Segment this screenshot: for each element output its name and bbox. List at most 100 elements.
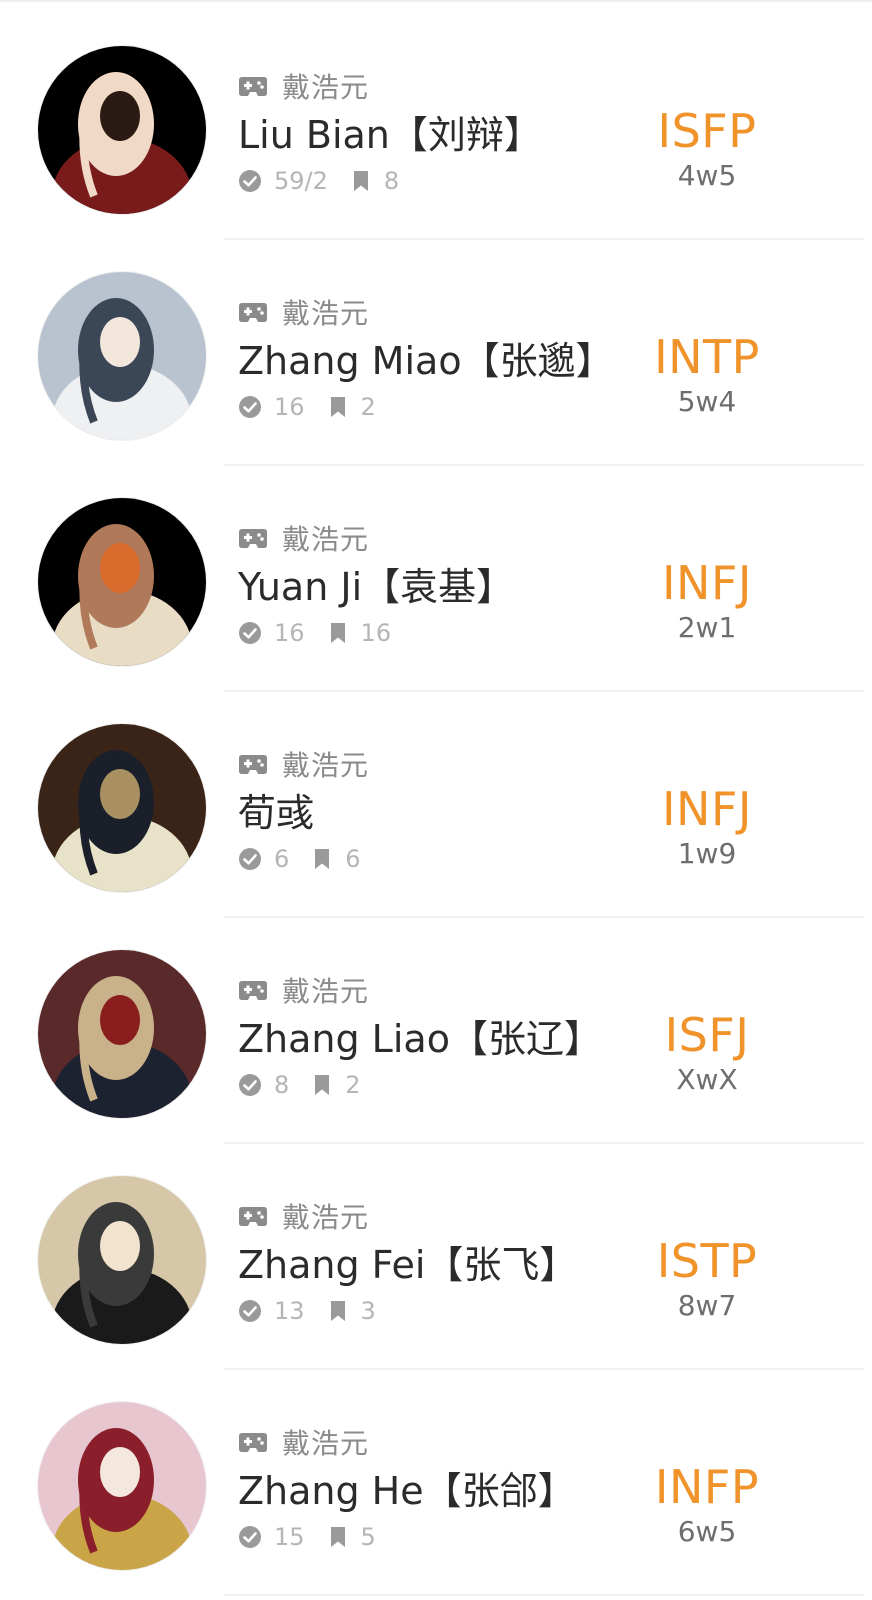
avatar-image	[38, 272, 206, 440]
vote-count: 6	[274, 845, 290, 873]
profile-row[interactable]: 戴浩元 Zhang Fei【张飞】 13 3 ISTP 8w7	[0, 1144, 872, 1370]
profile-stats: 13 3	[238, 1296, 672, 1326]
vote-count: 13	[274, 1297, 305, 1325]
profile-info: 戴浩元 Zhang Liao【张辽】 8 2	[238, 972, 672, 1100]
avatar[interactable]	[38, 46, 206, 214]
personality-type[interactable]: ISTP 8w7	[632, 1236, 782, 1324]
personality-type[interactable]: ISFJ XwX	[632, 1010, 782, 1098]
enneagram-type: 2w1	[677, 611, 737, 644]
profile-info: 戴浩元 Yuan Ji【袁基】 16 16	[238, 520, 672, 648]
avatar-image	[38, 498, 206, 666]
profile-list: 戴浩元 Liu Bian【刘辩】 59/2 8 ISFP 4w5 戴浩元 Zha…	[0, 14, 872, 1596]
category[interactable]: 戴浩元	[238, 746, 672, 782]
profile-stats: 6 6	[238, 844, 672, 874]
check-circle-icon	[238, 395, 262, 419]
avatar[interactable]	[38, 272, 206, 440]
check-circle-icon	[238, 1073, 262, 1097]
profile-stats: 59/2 8	[238, 166, 672, 196]
profile-name[interactable]: 荀彧	[238, 790, 672, 836]
personality-type[interactable]: INFJ 2w1	[632, 558, 782, 646]
enneagram-type: 1w9	[677, 837, 737, 870]
enneagram-type: 8w7	[677, 1289, 737, 1322]
category[interactable]: 戴浩元	[238, 294, 672, 330]
comment-count: 3	[360, 1297, 376, 1325]
avatar-image	[38, 724, 206, 892]
profile-row[interactable]: 戴浩元 Yuan Ji【袁基】 16 16 INFJ 2w1	[0, 466, 872, 692]
mbti-type: INTP	[654, 330, 760, 384]
check-circle-icon	[238, 1525, 262, 1549]
profile-name[interactable]: Zhang Liao【张辽】	[238, 1016, 672, 1062]
personality-type[interactable]: INTP 5w4	[632, 332, 782, 420]
enneagram-type: 4w5	[677, 159, 737, 192]
mbti-type: ISFP	[657, 104, 757, 158]
check-circle-icon	[238, 621, 262, 645]
gamepad-icon	[238, 527, 268, 549]
avatar[interactable]	[38, 498, 206, 666]
profile-name[interactable]: Zhang Miao【张邈】	[238, 338, 672, 384]
vote-count: 59/2	[274, 167, 328, 195]
profile-stats: 8 2	[238, 1070, 672, 1100]
mbti-type: ISFJ	[664, 1008, 750, 1062]
avatar-image	[38, 950, 206, 1118]
personality-type[interactable]: INFP 6w5	[632, 1462, 782, 1550]
comment-count: 8	[383, 167, 400, 195]
gamepad-icon	[238, 1205, 268, 1227]
avatar[interactable]	[38, 724, 206, 892]
mbti-type: INFP	[654, 1460, 760, 1514]
category-label: 戴浩元	[282, 523, 370, 556]
top-divider	[0, 0, 872, 2]
bookmark-icon	[329, 1526, 347, 1548]
row-divider	[224, 1594, 864, 1596]
category-label: 戴浩元	[282, 749, 370, 782]
profile-stats: 15 5	[238, 1522, 672, 1552]
profile-stats: 16 2	[238, 392, 672, 422]
bookmark-icon	[329, 622, 347, 644]
profile-info: 戴浩元 Zhang Miao【张邈】 16 2	[238, 294, 672, 422]
gamepad-icon	[238, 753, 268, 775]
gamepad-icon	[238, 75, 268, 97]
avatar[interactable]	[38, 1176, 206, 1344]
personality-type[interactable]: ISFP 4w5	[632, 106, 782, 194]
personality-type[interactable]: INFJ 1w9	[632, 784, 782, 872]
profile-row[interactable]: 戴浩元 Liu Bian【刘辩】 59/2 8 ISFP 4w5	[0, 14, 872, 240]
profile-row[interactable]: 戴浩元 Zhang Miao【张邈】 16 2 INTP 5w4	[0, 240, 872, 466]
bookmark-icon	[352, 170, 370, 192]
vote-count: 16	[274, 393, 305, 421]
category-label: 戴浩元	[282, 1427, 370, 1460]
vote-count: 8	[274, 1071, 290, 1099]
check-circle-icon	[238, 1299, 262, 1323]
comment-count: 2	[360, 393, 376, 421]
comment-count: 16	[360, 619, 392, 647]
category[interactable]: 戴浩元	[238, 1424, 672, 1460]
avatar[interactable]	[38, 1402, 206, 1570]
profile-stats: 16 16	[238, 618, 672, 648]
profile-name[interactable]: Zhang Fei【张飞】	[238, 1242, 672, 1288]
gamepad-icon	[238, 1431, 268, 1453]
profile-info: 戴浩元 Zhang Fei【张飞】 13 3	[238, 1198, 672, 1326]
category-label: 戴浩元	[282, 1201, 370, 1234]
profile-row[interactable]: 戴浩元 Zhang He【张郃】 15 5 INFP 6w5	[0, 1370, 872, 1596]
category[interactable]: 戴浩元	[238, 520, 672, 556]
bookmark-icon	[329, 1300, 347, 1322]
profile-row[interactable]: 戴浩元 Zhang Liao【张辽】 8 2 ISFJ XwX	[0, 918, 872, 1144]
comment-count: 5	[360, 1523, 376, 1551]
comment-count: 6	[345, 845, 361, 873]
profile-name[interactable]: Zhang He【张郃】	[238, 1468, 672, 1514]
profile-row[interactable]: 戴浩元 荀彧 6 6 INFJ 1w9	[0, 692, 872, 918]
gamepad-icon	[238, 301, 268, 323]
bookmark-icon	[313, 848, 331, 870]
profile-name[interactable]: Liu Bian【刘辩】	[238, 112, 672, 158]
avatar[interactable]	[38, 950, 206, 1118]
profile-name[interactable]: Yuan Ji【袁基】	[238, 564, 672, 610]
enneagram-type: 5w4	[677, 385, 737, 418]
profile-info: 戴浩元 Liu Bian【刘辩】 59/2 8	[238, 68, 672, 196]
check-circle-icon	[238, 169, 262, 193]
mbti-type: INFJ	[661, 782, 752, 836]
comment-count: 2	[345, 1071, 361, 1099]
enneagram-type: XwX	[676, 1063, 738, 1096]
category[interactable]: 戴浩元	[238, 68, 672, 104]
category[interactable]: 戴浩元	[238, 972, 672, 1008]
category-label: 戴浩元	[282, 975, 370, 1008]
bookmark-icon	[313, 1074, 331, 1096]
category[interactable]: 戴浩元	[238, 1198, 672, 1234]
